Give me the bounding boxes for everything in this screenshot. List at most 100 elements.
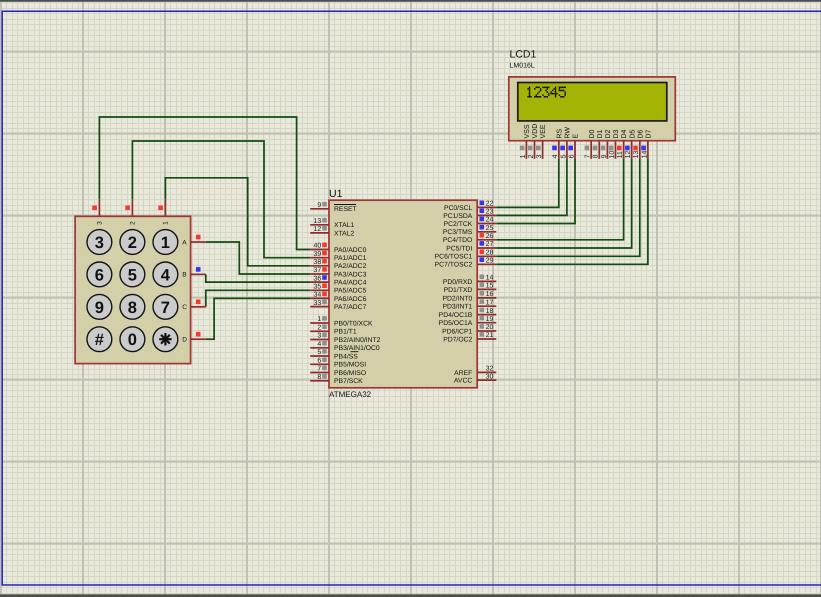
svg-text:LM016L: LM016L xyxy=(510,63,535,70)
svg-text:5: 5 xyxy=(560,154,567,158)
svg-text:40: 40 xyxy=(314,243,322,250)
svg-text:PD1/TXD: PD1/TXD xyxy=(444,287,473,294)
svg-text:30: 30 xyxy=(486,373,494,380)
svg-text:PB1/T1: PB1/T1 xyxy=(334,329,357,336)
svg-text:RESET: RESET xyxy=(334,206,357,213)
svg-text:D6: D6 xyxy=(637,129,644,138)
svg-text:36: 36 xyxy=(314,275,322,282)
svg-text:16: 16 xyxy=(486,291,494,298)
svg-text:D3: D3 xyxy=(613,129,620,138)
svg-text:VEE: VEE xyxy=(540,124,547,138)
svg-text:3: 3 xyxy=(97,221,104,225)
svg-text:1: 1 xyxy=(520,154,527,158)
svg-text:PC1/SDA: PC1/SDA xyxy=(443,213,473,220)
svg-text:D5: D5 xyxy=(629,129,636,138)
svg-text:PD5/OC1A: PD5/OC1A xyxy=(439,320,473,327)
svg-text:RW: RW xyxy=(565,127,572,139)
svg-text:AVCC: AVCC xyxy=(454,378,472,385)
svg-text:E: E xyxy=(573,134,580,139)
svg-text:PB0/T0/XCK: PB0/T0/XCK xyxy=(334,320,373,327)
svg-text:20: 20 xyxy=(486,324,494,331)
svg-text:24: 24 xyxy=(486,217,494,224)
svg-text:C: C xyxy=(182,304,187,311)
svg-text:6: 6 xyxy=(568,154,575,158)
svg-text:PB5/MOSI: PB5/MOSI xyxy=(334,362,366,369)
svg-text:1: 1 xyxy=(317,316,321,323)
svg-text:9: 9 xyxy=(95,299,104,317)
svg-text:6: 6 xyxy=(95,266,104,284)
svg-text:D2: D2 xyxy=(605,129,612,138)
svg-text:1: 1 xyxy=(163,221,170,225)
svg-text:2: 2 xyxy=(130,221,137,225)
svg-text:2: 2 xyxy=(317,325,321,332)
svg-text:PA0/ADC0: PA0/ADC0 xyxy=(334,247,367,254)
svg-text:PC6/TOSC1: PC6/TOSC1 xyxy=(435,254,473,261)
svg-text:35: 35 xyxy=(314,284,322,291)
svg-text:VDD: VDD xyxy=(532,124,539,139)
svg-text:9: 9 xyxy=(317,202,321,209)
svg-text:PD6/ICP1: PD6/ICP1 xyxy=(442,328,472,335)
svg-text:LCD1: LCD1 xyxy=(510,49,537,61)
svg-text:28: 28 xyxy=(486,250,494,257)
svg-text:14: 14 xyxy=(486,275,494,282)
svg-text:12: 12 xyxy=(314,226,322,233)
svg-text:PA4/ADC4: PA4/ADC4 xyxy=(334,280,367,287)
svg-text:D1: D1 xyxy=(597,129,604,138)
svg-text:AREF: AREF xyxy=(454,370,472,377)
svg-text:21: 21 xyxy=(486,332,494,339)
svg-text:PD2/INT0: PD2/INT0 xyxy=(442,295,472,302)
svg-text:29: 29 xyxy=(486,258,494,265)
svg-text:25: 25 xyxy=(486,225,494,232)
svg-text:10: 10 xyxy=(609,151,616,159)
svg-text:32: 32 xyxy=(486,366,494,373)
svg-text:PB6/MISO: PB6/MISO xyxy=(334,370,366,377)
svg-text:17: 17 xyxy=(486,299,494,306)
svg-text:8: 8 xyxy=(593,154,600,158)
svg-text:#: # xyxy=(95,331,104,349)
svg-text:33: 33 xyxy=(314,300,322,307)
svg-text:PA3/ADC3: PA3/ADC3 xyxy=(334,271,367,278)
svg-text:3: 3 xyxy=(317,333,321,340)
svg-text:PA7/ADC7: PA7/ADC7 xyxy=(334,304,367,311)
svg-text:11: 11 xyxy=(617,151,624,158)
svg-text:23: 23 xyxy=(486,209,494,216)
svg-text:PD4/OC1B: PD4/OC1B xyxy=(439,312,473,319)
svg-text:15: 15 xyxy=(486,283,494,290)
svg-text:PB4/SS: PB4/SS xyxy=(334,353,358,360)
svg-text:4: 4 xyxy=(317,341,321,348)
svg-text:14: 14 xyxy=(641,151,648,159)
svg-text:PC5/TDI: PC5/TDI xyxy=(446,245,472,252)
svg-text:RS: RS xyxy=(556,128,563,138)
svg-text:2: 2 xyxy=(128,234,137,252)
svg-text:19: 19 xyxy=(486,316,494,323)
svg-text:7: 7 xyxy=(161,299,170,317)
svg-text:PC4/TDO: PC4/TDO xyxy=(443,237,472,244)
svg-text:7: 7 xyxy=(317,366,321,373)
svg-text:A: A xyxy=(182,239,187,246)
svg-text:PD0/RXD: PD0/RXD xyxy=(443,279,473,286)
svg-text:34: 34 xyxy=(314,292,322,299)
svg-text:8: 8 xyxy=(317,374,321,381)
svg-text:VSS: VSS xyxy=(524,124,531,138)
svg-text:13: 13 xyxy=(314,218,322,225)
svg-text:PA6/ADC6: PA6/ADC6 xyxy=(334,296,367,303)
svg-text:13: 13 xyxy=(633,151,640,159)
svg-text:PA5/ADC5: PA5/ADC5 xyxy=(334,288,367,295)
svg-text:12: 12 xyxy=(625,151,632,159)
svg-text:XTAL2: XTAL2 xyxy=(334,230,354,237)
svg-text:ATMEGA32: ATMEGA32 xyxy=(329,390,372,399)
svg-text:D: D xyxy=(182,337,187,344)
svg-text:D7: D7 xyxy=(646,129,653,138)
svg-text:6: 6 xyxy=(317,358,321,365)
svg-text:PD3/INT1: PD3/INT1 xyxy=(442,304,472,311)
svg-text:5: 5 xyxy=(317,349,321,356)
svg-text:22: 22 xyxy=(486,201,494,208)
svg-text:PA1/ADC1: PA1/ADC1 xyxy=(334,255,367,262)
svg-text:U1: U1 xyxy=(329,188,343,200)
svg-text:39: 39 xyxy=(314,251,322,258)
svg-text:PC3/TMS: PC3/TMS xyxy=(443,229,473,236)
svg-text:5: 5 xyxy=(128,266,137,284)
svg-text:4: 4 xyxy=(552,154,559,158)
svg-text:PC7/TOSC2: PC7/TOSC2 xyxy=(435,262,473,269)
svg-text:2: 2 xyxy=(528,154,535,158)
